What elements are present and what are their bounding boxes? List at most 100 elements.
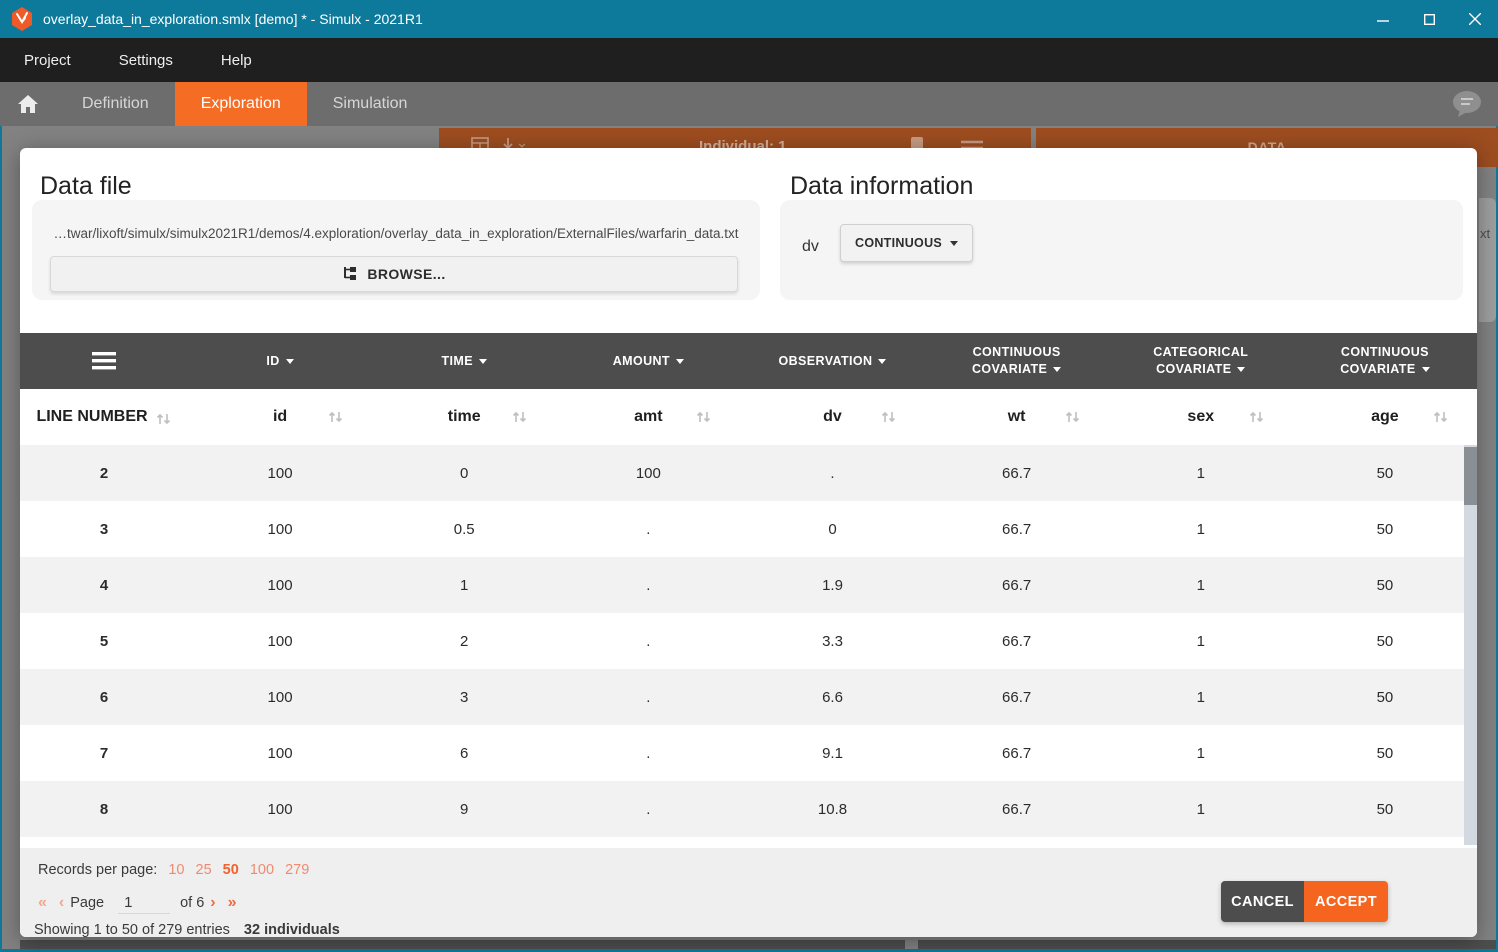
data-information-title: Data information	[790, 172, 973, 201]
records-option-279[interactable]: 279	[285, 862, 309, 878]
column-type-amount[interactable]: AMOUNT	[556, 333, 740, 389]
sort-icon[interactable]	[512, 410, 528, 424]
cell-wt: 66.7	[925, 669, 1109, 725]
cell-sex: 1	[1109, 445, 1293, 501]
cell-sex: 1	[1109, 781, 1293, 837]
column-type-header-row: ID TIME AMOUNT OBSERVATION CONTINUOUS CO…	[20, 333, 1477, 389]
prev-page-button[interactable]: ‹	[53, 894, 70, 912]
accept-button[interactable]: ACCEPT	[1304, 881, 1388, 922]
cell-id: 100	[188, 445, 372, 501]
minimize-button[interactable]	[1360, 0, 1406, 38]
cell-amt: .	[556, 669, 740, 725]
cell-sex: 1	[1109, 501, 1293, 557]
title-bar: overlay_data_in_exploration.smlx [demo] …	[0, 0, 1498, 38]
menu-settings[interactable]: Settings	[95, 38, 197, 82]
header-dv[interactable]: dv	[740, 389, 924, 445]
hamburger-icon	[92, 352, 116, 370]
cell-id: 100	[188, 501, 372, 557]
column-type-continuous-covariate-1[interactable]: CONTINUOUS COVARIATE	[925, 333, 1109, 389]
sort-icon[interactable]	[881, 410, 897, 424]
records-per-page: Records per page: 10 25 50 100 279	[38, 862, 309, 878]
table-row: 4 100 1 . 1.9 66.7 1 50	[20, 557, 1477, 613]
sort-icon[interactable]	[1065, 410, 1081, 424]
home-button[interactable]	[0, 82, 56, 126]
pagination: « ‹ Page of 6 › »	[32, 892, 243, 914]
data-information-card: dv CONTINUOUS	[780, 200, 1463, 300]
dv-type-dropdown[interactable]: CONTINUOUS	[840, 224, 973, 262]
records-option-25[interactable]: 25	[196, 862, 212, 878]
maximize-button[interactable]	[1406, 0, 1452, 38]
header-age[interactable]: age	[1293, 389, 1477, 445]
cell-wt: 66.7	[925, 501, 1109, 557]
menu-help[interactable]: Help	[197, 38, 276, 82]
feedback-button[interactable]	[1452, 90, 1482, 118]
tab-simulation[interactable]: Simulation	[307, 82, 434, 126]
sort-icon[interactable]	[1433, 410, 1449, 424]
maximize-icon	[1424, 14, 1435, 25]
records-option-100[interactable]: 100	[250, 862, 274, 878]
cell-amt: .	[556, 781, 740, 837]
sort-icon[interactable]	[696, 410, 712, 424]
header-time[interactable]: time	[372, 389, 556, 445]
header-id[interactable]: id	[188, 389, 372, 445]
table-row: 8 100 9 . 10.8 66.7 1 50	[20, 781, 1477, 837]
column-type-observation[interactable]: OBSERVATION	[740, 333, 924, 389]
column-type-continuous-covariate-2[interactable]: CONTINUOUS COVARIATE	[1293, 333, 1477, 389]
table-body: 2 100 0 100 . 66.7 1 50 3 100 0.5 . 0 66…	[20, 445, 1477, 837]
page-number-input[interactable]	[118, 892, 170, 914]
window-controls	[1360, 0, 1498, 38]
cell-sex: 1	[1109, 613, 1293, 669]
header-wt[interactable]: wt	[925, 389, 1109, 445]
cell-line-number: 8	[20, 781, 188, 837]
menu-project[interactable]: Project	[0, 38, 95, 82]
data-import-dialog: Data file Data information …twar/lixoft/…	[20, 148, 1477, 937]
column-name-header-row: LINE NUMBER id time amt dv wt sex age	[20, 389, 1477, 445]
cell-line-number: 5	[20, 613, 188, 669]
first-page-button[interactable]: «	[32, 894, 53, 912]
last-page-button[interactable]: »	[222, 894, 243, 912]
cancel-button[interactable]: CANCEL	[1221, 881, 1304, 922]
chevron-down-icon	[1422, 367, 1430, 372]
column-type-time[interactable]: TIME	[372, 333, 556, 389]
records-option-50[interactable]: 50	[223, 862, 239, 878]
header-sex[interactable]: sex	[1109, 389, 1293, 445]
scrollbar-thumb[interactable]	[1464, 447, 1477, 505]
table-row: 6 100 3 . 6.6 66.7 1 50	[20, 669, 1477, 725]
cell-dv: 9.1	[740, 725, 924, 781]
data-file-card: …twar/lixoft/simulx/simulx2021R1/demos/4…	[32, 200, 760, 300]
table-row: 5 100 2 . 3.3 66.7 1 50	[20, 613, 1477, 669]
chevron-down-icon	[676, 359, 684, 364]
speech-bubble-icon	[1452, 90, 1482, 118]
chevron-down-icon	[286, 359, 294, 364]
page-label: Page	[70, 895, 104, 911]
table-scrollbar[interactable]	[1464, 445, 1477, 845]
cell-line-number: 6	[20, 669, 188, 725]
header-amt[interactable]: amt	[556, 389, 740, 445]
cell-age: 50	[1293, 781, 1477, 837]
sort-icon[interactable]	[156, 412, 172, 426]
sort-icon[interactable]	[328, 410, 344, 424]
cell-line-number: 7	[20, 725, 188, 781]
browse-button[interactable]: BROWSE...	[50, 256, 738, 292]
cell-wt: 66.7	[925, 613, 1109, 669]
column-type-id[interactable]: ID	[188, 333, 372, 389]
cell-time: 9	[372, 781, 556, 837]
cell-id: 100	[188, 725, 372, 781]
cell-wt: 66.7	[925, 781, 1109, 837]
tab-definition[interactable]: Definition	[56, 82, 175, 126]
column-menu-button[interactable]	[20, 333, 188, 389]
cell-age: 50	[1293, 501, 1477, 557]
tab-exploration[interactable]: Exploration	[175, 82, 307, 126]
cell-sex: 1	[1109, 669, 1293, 725]
cell-time: 3	[372, 669, 556, 725]
cell-age: 50	[1293, 557, 1477, 613]
sort-icon[interactable]	[1249, 410, 1265, 424]
column-type-categorical-covariate[interactable]: CATEGORICAL COVARIATE	[1109, 333, 1293, 389]
dv-field-label: dv	[802, 238, 819, 256]
chevron-down-icon	[1237, 367, 1245, 372]
header-line-number[interactable]: LINE NUMBER	[20, 389, 188, 445]
close-button[interactable]	[1452, 0, 1498, 38]
records-option-10[interactable]: 10	[168, 862, 184, 878]
cell-time: 1	[372, 557, 556, 613]
next-page-button[interactable]: ›	[204, 894, 221, 912]
